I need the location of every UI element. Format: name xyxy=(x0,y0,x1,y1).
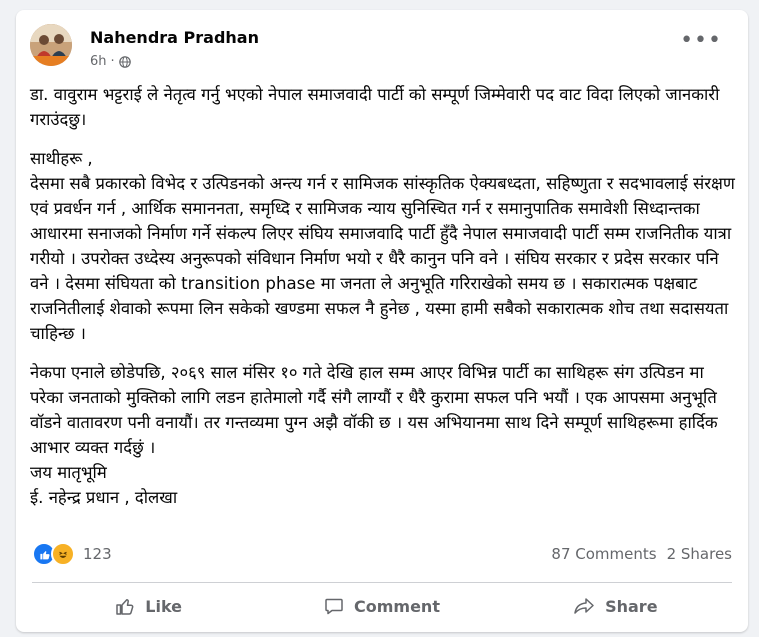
comments-count[interactable]: 87 Comments xyxy=(551,545,656,563)
post-paragraph: डा. वावुराम भट्टराई ले नेतृत्व गर्नु भएक… xyxy=(30,85,725,129)
author-name[interactable]: Nahendra Pradhan xyxy=(90,28,259,47)
comment-button[interactable]: Comment xyxy=(265,586,498,626)
avatar[interactable] xyxy=(30,24,72,66)
comment-label: Comment xyxy=(354,596,440,616)
comment-icon xyxy=(325,598,343,615)
like-label: Like xyxy=(145,596,183,616)
action-bar: Like Comment Share xyxy=(32,586,732,626)
share-label: Share xyxy=(605,596,658,616)
profile-photo-icon xyxy=(30,24,72,66)
haha-reaction-icon xyxy=(51,542,75,566)
thumbs-up-icon xyxy=(116,599,134,615)
divider xyxy=(32,582,732,583)
reaction-count: 123 xyxy=(83,545,112,563)
post-meta: 6h · xyxy=(90,54,131,69)
reactions-summary[interactable]: 123 xyxy=(32,542,112,566)
post-paragraph: नेकपा एनाले छोडेपछि, २०६९ साल मंसिर १० ग… xyxy=(30,363,718,507)
post-time[interactable]: 6h xyxy=(90,54,107,69)
like-button[interactable]: Like xyxy=(32,586,265,626)
shares-count[interactable]: 2 Shares xyxy=(667,545,732,563)
post-body: डा. वावुराम भट्टराई ले नेतृत्व गर्नु भएक… xyxy=(30,82,738,524)
more-options-icon[interactable]: ••• xyxy=(680,30,722,52)
share-icon xyxy=(574,598,594,614)
globe-icon xyxy=(118,55,131,68)
engagement-counts: 87 Comments 2 Shares xyxy=(551,545,732,563)
post-card: Nahendra Pradhan 6h · ••• डा. वावुराम भट… xyxy=(16,10,748,632)
separator-dot: · xyxy=(110,54,115,69)
post-paragraph: साथीहरू , देसमा सबै प्रकारको विभेद र उत्… xyxy=(30,149,735,343)
share-button[interactable]: Share xyxy=(499,586,732,626)
post-stats: 123 87 Comments 2 Shares xyxy=(32,542,732,566)
